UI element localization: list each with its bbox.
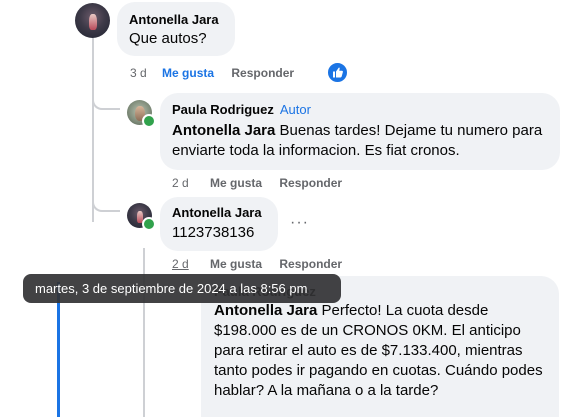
- reply-button[interactable]: Responder: [279, 176, 342, 190]
- online-status-dot: [142, 114, 156, 128]
- comment-text: Antonella Jara Buenas tardes! Dejame tu …: [172, 122, 543, 159]
- thread-line-main: [92, 36, 94, 222]
- comment-actions: 2 d Me gusta Responder: [172, 176, 356, 190]
- thumbs-up-icon[interactable]: [326, 61, 349, 84]
- comment-actions: 2 d Me gusta Responder: [172, 257, 356, 271]
- comment-time[interactable]: 2 d: [172, 257, 189, 271]
- comment-bubble: Paula Rodriguez Autor Antonella Jara Buen…: [160, 93, 560, 170]
- like-button[interactable]: Me gusta: [210, 257, 262, 271]
- timestamp-tooltip: martes, 3 de septiembre de 2024 a las 8:…: [23, 274, 341, 303]
- comment-time[interactable]: 3 d: [130, 66, 147, 80]
- comment-author[interactable]: Paula Rodriguez: [172, 102, 274, 117]
- online-status-dot: [142, 217, 156, 231]
- comment-author[interactable]: Antonella Jara: [172, 205, 266, 220]
- avatar-antonella[interactable]: [75, 3, 110, 38]
- like-button[interactable]: Me gusta: [210, 176, 262, 190]
- comment-text: Que autos?: [129, 30, 207, 47]
- more-horizontal-icon[interactable]: ···: [290, 214, 309, 232]
- comment-bubble: Antonella Jara 1123738136: [160, 197, 278, 251]
- comment-actions: 3 d Me gusta Responder: [130, 66, 308, 80]
- comment-text: 1123738136: [172, 224, 255, 241]
- thread-line-reply-1: [92, 98, 120, 110]
- comment-text: Antonella Jara Perfecto! La cuota desde …: [214, 302, 543, 399]
- comment-bubble: Antonella Jara Que autos?: [117, 2, 235, 56]
- comment-time[interactable]: 2 d: [172, 176, 189, 190]
- thread-line-reply-2: [92, 200, 120, 212]
- reply-button[interactable]: Responder: [279, 257, 342, 271]
- mention-link[interactable]: Antonella Jara: [172, 122, 275, 139]
- mention-link[interactable]: Antonella Jara: [214, 302, 317, 319]
- like-button[interactable]: Me gusta: [162, 66, 214, 80]
- comment-author[interactable]: Antonella Jara: [129, 12, 223, 27]
- reply-button[interactable]: Responder: [231, 66, 294, 80]
- author-badge: Autor: [279, 102, 311, 117]
